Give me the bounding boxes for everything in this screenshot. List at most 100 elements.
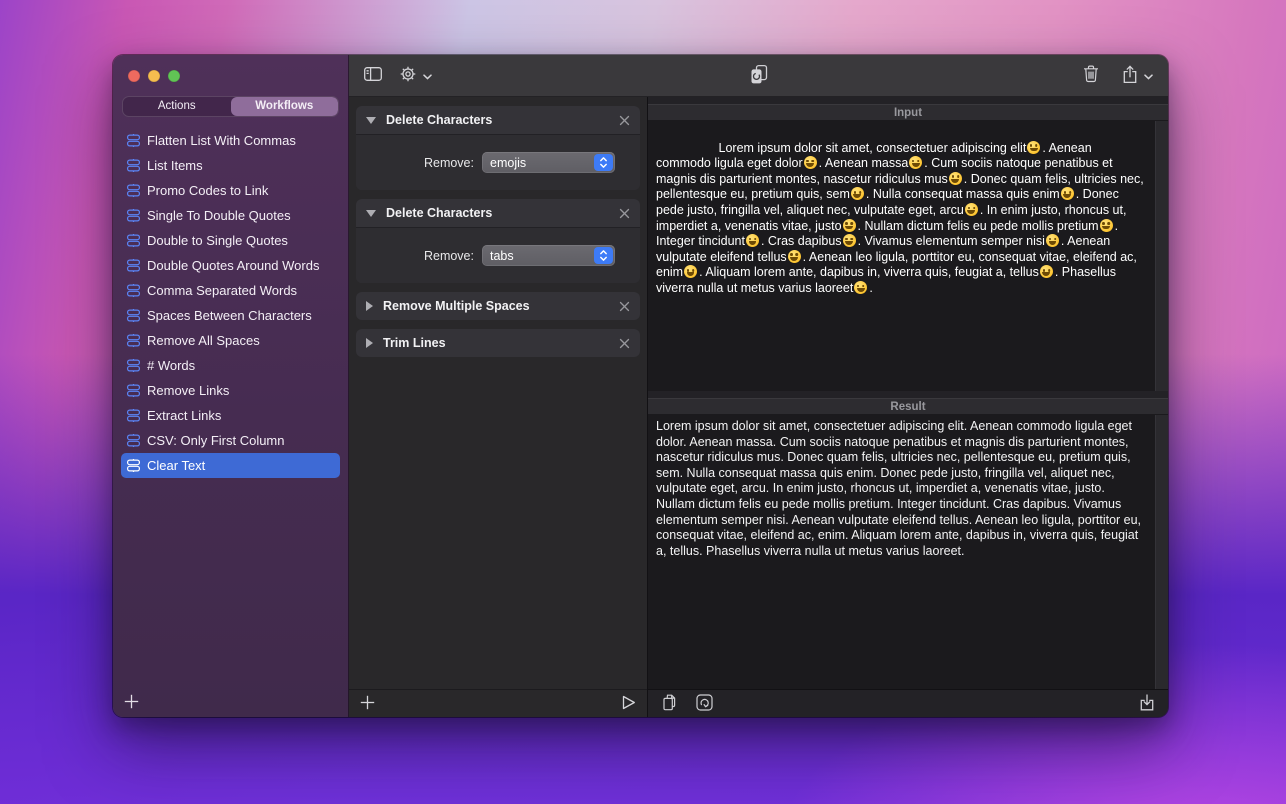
grinning-face-emoji xyxy=(1100,219,1113,232)
input-text: Lorem ipsum dolor sit amet, consectetuer… xyxy=(656,141,1147,295)
step-body: Remove: tabs xyxy=(356,227,640,283)
sidebar-item-single-to-double[interactable]: Single To Double Quotes xyxy=(121,203,340,228)
sidebar-item-label: Extract Links xyxy=(147,408,221,423)
grinning-face-emoji xyxy=(1061,187,1074,200)
disclosure-closed-icon[interactable] xyxy=(366,301,373,311)
sidebar-item-list-items[interactable]: List Items xyxy=(121,153,340,178)
zoom-window-button[interactable] xyxy=(168,70,180,82)
remove-step-button[interactable] xyxy=(619,208,630,219)
tab-actions[interactable]: Actions xyxy=(123,97,231,116)
rerun-icon xyxy=(696,694,713,714)
step-header[interactable]: Trim Lines xyxy=(356,329,640,357)
sidebar-item-label: Remove All Spaces xyxy=(147,333,260,348)
remove-popup-button[interactable]: tabs xyxy=(482,245,615,266)
save-result-button[interactable] xyxy=(1139,693,1155,714)
share-workflow-button[interactable] xyxy=(1122,65,1153,87)
io-spacer xyxy=(648,97,1168,104)
run-workflow-button[interactable] xyxy=(622,695,636,713)
minimize-window-button[interactable] xyxy=(148,70,160,82)
input-scrollbar[interactable] xyxy=(1155,121,1168,391)
duplicate-workflow-button[interactable] xyxy=(748,64,769,88)
workflow-stack-icon xyxy=(127,309,140,322)
grinning-face-emoji xyxy=(1046,234,1059,247)
sidebar-item-promo-codes[interactable]: Promo Codes to Link xyxy=(121,178,340,203)
delete-workflow-button[interactable] xyxy=(1083,65,1099,86)
grinning-face-emoji xyxy=(684,265,697,278)
desktop-wallpaper: Actions Workflows Flatten List With Comm… xyxy=(0,0,1286,804)
sidebar-item-label: CSV: Only First Column xyxy=(147,433,285,448)
toggle-sidebar-button[interactable] xyxy=(364,67,382,84)
grinning-face-emoji xyxy=(851,187,864,200)
workflow-duplicate-icon xyxy=(748,64,769,88)
result-textarea[interactable]: Lorem ipsum dolor sit amet, consectetuer… xyxy=(648,415,1168,689)
io-bottom-bar xyxy=(648,689,1168,717)
sidebar-item-comma-separated[interactable]: Comma Separated Words xyxy=(121,278,340,303)
sidebar-item-word-count[interactable]: # Words xyxy=(121,353,340,378)
workflow-stack-icon xyxy=(127,134,140,147)
workflow-stack-icon xyxy=(127,259,140,272)
grinning-face-emoji xyxy=(909,156,922,169)
grinning-face-emoji xyxy=(843,219,856,232)
remove-param-label: Remove: xyxy=(356,249,474,263)
remove-step-button[interactable] xyxy=(619,301,630,312)
step-card-trim-lines: Trim Lines xyxy=(356,329,640,357)
sidebar-item-clear-text[interactable]: Clear Text xyxy=(121,453,340,478)
disclosure-closed-icon[interactable] xyxy=(366,338,373,348)
chevron-down-icon xyxy=(423,68,432,83)
sidebar-item-double-to-single[interactable]: Double to Single Quotes xyxy=(121,228,340,253)
sidebar-item-csv-first-column[interactable]: CSV: Only First Column xyxy=(121,428,340,453)
popup-selected-value: tabs xyxy=(490,249,594,263)
workflow-stack-icon xyxy=(127,234,140,247)
input-textarea[interactable]: Lorem ipsum dolor sit amet, consectetuer… xyxy=(648,121,1168,391)
trash-icon xyxy=(1083,65,1099,86)
sidebar-item-remove-links[interactable]: Remove Links xyxy=(121,378,340,403)
text-workflow-window: Actions Workflows Flatten List With Comm… xyxy=(113,55,1168,717)
workflow-stack-icon xyxy=(127,209,140,222)
sidebar-item-label: Double to Single Quotes xyxy=(147,233,288,248)
io-panel: Input Lorem ipsum dolor sit amet, consec… xyxy=(648,97,1168,717)
grinning-face-emoji xyxy=(854,281,867,294)
disclosure-open-icon[interactable] xyxy=(366,117,376,124)
remove-step-button[interactable] xyxy=(619,338,630,349)
sidebar: Actions Workflows Flatten List With Comm… xyxy=(113,55,349,717)
disclosure-open-icon[interactable] xyxy=(366,210,376,217)
step-header[interactable]: Delete Characters xyxy=(356,199,640,227)
play-icon xyxy=(622,695,636,713)
grinning-face-emoji xyxy=(1027,141,1040,154)
step-header[interactable]: Delete Characters xyxy=(356,106,640,134)
sidebar-item-label: Spaces Between Characters xyxy=(147,308,312,323)
remove-step-button[interactable] xyxy=(619,115,630,126)
workflow-steps-panel: Delete Characters Remove: emojis xyxy=(349,97,648,717)
sidebar-item-label: Comma Separated Words xyxy=(147,283,297,298)
grinning-face-emoji xyxy=(1040,265,1053,278)
sidebar-item-quotes-around-words[interactable]: Double Quotes Around Words xyxy=(121,253,340,278)
remove-popup-button[interactable]: emojis xyxy=(482,152,615,173)
toolbar xyxy=(349,55,1168,97)
step-title: Remove Multiple Spaces xyxy=(383,299,530,313)
tab-workflows[interactable]: Workflows xyxy=(231,97,339,116)
add-step-button[interactable] xyxy=(360,695,375,713)
grinning-face-emoji xyxy=(949,172,962,185)
workflow-settings-button[interactable] xyxy=(399,65,432,86)
rerun-button[interactable] xyxy=(696,694,713,714)
sidebar-item-flatten-list[interactable]: Flatten List With Commas xyxy=(121,128,340,153)
copy-result-button[interactable] xyxy=(661,694,679,714)
sidebar-item-spaces-between[interactable]: Spaces Between Characters xyxy=(121,303,340,328)
step-title: Delete Characters xyxy=(386,113,492,127)
grinning-face-emoji xyxy=(843,234,856,247)
workflow-stack-icon xyxy=(127,459,140,472)
steps-bottom-bar xyxy=(349,689,647,717)
step-body: Remove: emojis xyxy=(356,134,640,190)
grinning-face-emoji xyxy=(788,250,801,263)
sidebar-item-remove-all-spaces[interactable]: Remove All Spaces xyxy=(121,328,340,353)
share-icon xyxy=(1122,65,1138,87)
workflow-stack-icon xyxy=(127,359,140,372)
sidebar-item-extract-links[interactable]: Extract Links xyxy=(121,403,340,428)
close-window-button[interactable] xyxy=(128,70,140,82)
sidebar-item-label: Promo Codes to Link xyxy=(147,183,268,198)
io-spacer xyxy=(648,391,1168,398)
result-scrollbar[interactable] xyxy=(1155,415,1168,689)
add-workflow-button[interactable] xyxy=(124,694,139,712)
workflow-stack-icon xyxy=(127,434,140,447)
step-header[interactable]: Remove Multiple Spaces xyxy=(356,292,640,320)
